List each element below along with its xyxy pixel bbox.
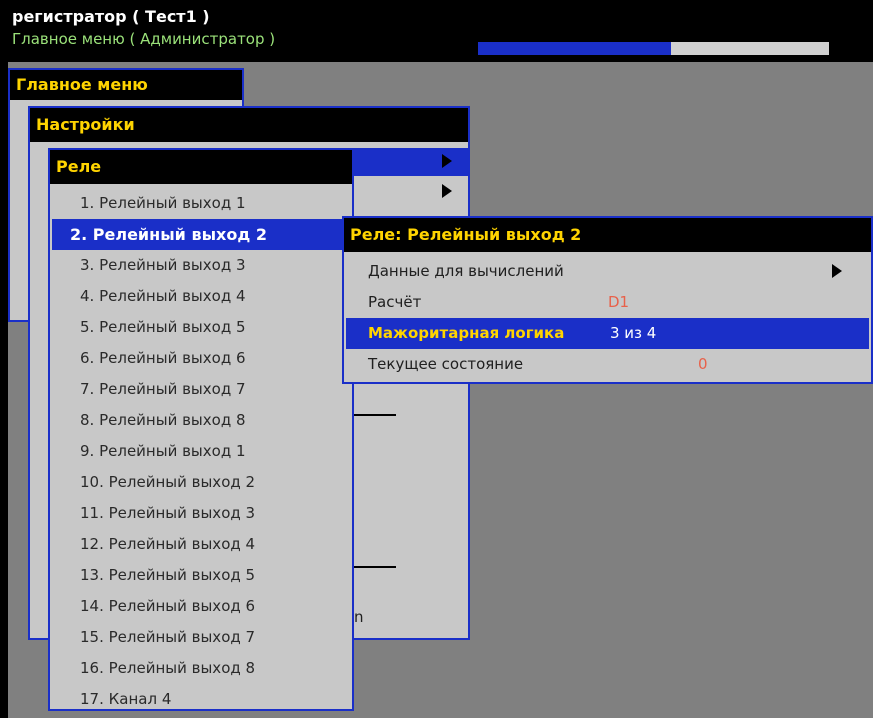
- relay-list-item[interactable]: 6. Релейный выход 6: [52, 343, 350, 374]
- divider-line: [354, 566, 396, 568]
- relay-list: 1. Релейный выход 1 2. Релейный выход 2 3.…: [52, 188, 350, 715]
- submenu-arrow-icon: [442, 154, 452, 168]
- relay-list-item[interactable]: 14. Релейный выход 6: [52, 591, 350, 622]
- relay-list-item[interactable]: 7. Релейный выход 7: [52, 374, 350, 405]
- relay-list-item[interactable]: 2. Релейный выход 2: [52, 219, 350, 250]
- detail-row-value: 3 из 4: [610, 324, 657, 342]
- detail-row-calc-data[interactable]: Данные для вычислений: [346, 256, 869, 287]
- detail-row-calculation[interactable]: Расчёт D1: [346, 287, 869, 318]
- submenu-arrow-icon: [832, 264, 842, 278]
- relay-menu-title: Реле: [50, 150, 352, 184]
- relay-list-item[interactable]: 16. Релейный выход 8: [52, 653, 350, 684]
- relay-list-item[interactable]: 4. Релейный выход 4: [52, 281, 350, 312]
- detail-row-current-state[interactable]: Текущее состояние 0: [346, 349, 869, 380]
- progress-bar: [478, 42, 829, 55]
- relay-list-item[interactable]: 17. Канал 4: [52, 684, 350, 715]
- relay-list-item[interactable]: 12. Релейный выход 4: [52, 529, 350, 560]
- detail-menu-title: Реле: Релейный выход 2: [344, 218, 871, 252]
- detail-row-value: 0: [698, 355, 708, 373]
- relay-list-item[interactable]: 1. Релейный выход 1: [52, 188, 350, 219]
- submenu-arrow-icon: [442, 184, 452, 198]
- detail-row-label: Данные для вычислений: [368, 262, 564, 280]
- app-title: регистратор ( Тест1 ): [12, 7, 210, 26]
- relay-list-item[interactable]: 10. Релейный выход 2: [52, 467, 350, 498]
- detail-row-label: Расчёт: [368, 293, 422, 311]
- settings-menu-title: Настройки: [30, 108, 468, 142]
- relay-list-item[interactable]: 8. Релейный выход 8: [52, 405, 350, 436]
- relay-list-item[interactable]: 13. Релейный выход 5: [52, 560, 350, 591]
- relay-list-item[interactable]: 3. Релейный выход 3: [52, 250, 350, 281]
- detail-menu-window: Реле: Релейный выход 2 Данные для вычисл…: [342, 216, 873, 384]
- divider-line: [354, 414, 396, 416]
- detail-row-label: Текущее состояние: [368, 355, 524, 373]
- main-menu-title: Главное меню: [10, 70, 242, 100]
- relay-list-item[interactable]: 5. Релейный выход 5: [52, 312, 350, 343]
- settings-partial-text: n: [354, 608, 364, 626]
- detail-row-value: D1: [608, 293, 630, 311]
- relay-list-item[interactable]: 15. Релейный выход 7: [52, 622, 350, 653]
- relay-list-item[interactable]: 9. Релейный выход 1: [52, 436, 350, 467]
- progress-fill: [478, 42, 672, 55]
- detail-row-majority-logic[interactable]: Мажоритарная логика 3 из 4: [346, 318, 869, 349]
- relay-list-item[interactable]: 11. Релейный выход 3: [52, 498, 350, 529]
- title-bar: регистратор ( Тест1 ) Главное меню ( Адм…: [0, 0, 873, 62]
- detail-row-label: Мажоритарная логика: [368, 324, 565, 342]
- relay-menu-window: Реле 1. Релейный выход 1 2. Релейный выхо…: [48, 148, 354, 711]
- app-subtitle: Главное меню ( Администратор ): [12, 30, 276, 48]
